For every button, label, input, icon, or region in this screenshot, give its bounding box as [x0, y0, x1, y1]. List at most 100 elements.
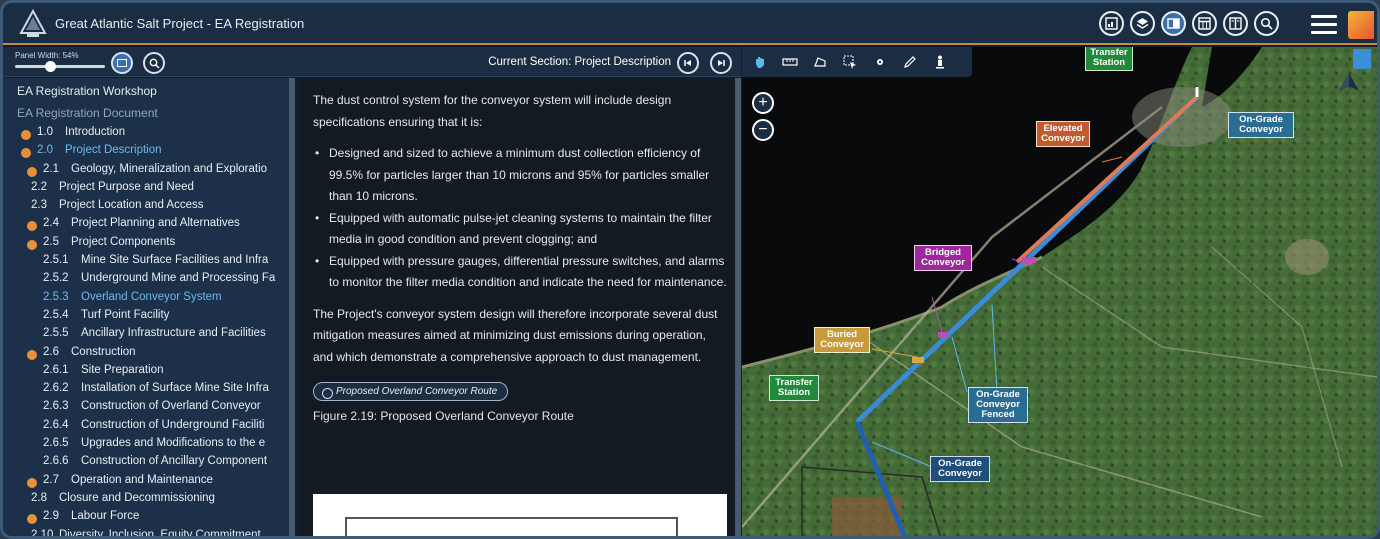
- toc-item-label: Labour Force: [71, 510, 140, 523]
- toc-item-number: 2.5.2: [43, 272, 69, 285]
- toc-item-label: Underground Mine and Processing Fa: [81, 272, 276, 285]
- toc-item-label: Operation and Maintenance: [71, 473, 213, 486]
- toc-item[interactable]: 2.5.4 Turf Point Facility: [3, 309, 289, 327]
- toc-item-label: Project Purpose and Need: [59, 180, 194, 193]
- toc-item[interactable]: 2.1 Geology, Mineralization and Explorati…: [3, 163, 289, 181]
- list-item: Designed and sized to achieve a minimum …: [315, 143, 728, 208]
- toc-item-number: 2.8: [31, 491, 47, 504]
- toc-item[interactable]: 2.10 Diversity, Inclusion, Equity Commitm…: [3, 529, 289, 536]
- toc-item[interactable]: 2.6.2 Installation of Surface Mine Site I…: [3, 382, 289, 400]
- search-icon[interactable]: [1254, 11, 1279, 36]
- area-icon[interactable]: [812, 54, 828, 70]
- toc-item-number: 2.6.3: [43, 400, 69, 413]
- zoom-in-button[interactable]: +: [752, 92, 774, 114]
- toc-item[interactable]: 1.0 Introduction: [3, 126, 289, 144]
- expand-bullet-icon[interactable]: [27, 166, 37, 177]
- settings-icon[interactable]: [872, 54, 888, 70]
- list-item: Equipped with pressure gauges, different…: [315, 251, 728, 294]
- select-icon[interactable]: [842, 54, 858, 70]
- map-label-ongrade-conveyor-bottom[interactable]: On-Grade Conveyor: [930, 456, 990, 482]
- toc-item[interactable]: 2.2 Project Purpose and Need: [3, 181, 289, 199]
- toc-item-number: 2.6: [43, 345, 59, 358]
- panel-icon: [117, 59, 127, 67]
- toc-item[interactable]: 2.4 Project Planning and Alternatives: [3, 217, 289, 235]
- toc-item[interactable]: 2.6.3 Construction of Overland Conveyor: [3, 400, 289, 418]
- previous-section-button[interactable]: [677, 52, 699, 74]
- toc-item-label: Installation of Surface Mine Site Infra: [81, 382, 269, 395]
- toc-item[interactable]: 2.0 Project Description: [3, 144, 289, 162]
- toc-item[interactable]: 2.6.4 Construction of Underground Facilit…: [3, 419, 289, 437]
- toggle-view-button[interactable]: [111, 52, 133, 74]
- toc-item-number: 2.6.6: [43, 455, 69, 468]
- paragraph: The Project's conveyor system design wil…: [313, 306, 718, 364]
- figure-image: [313, 494, 727, 536]
- document-search-button[interactable]: [143, 52, 165, 74]
- toc-item[interactable]: 2.8 Closure and Decommissioning: [3, 492, 289, 510]
- toc-item-label: Introduction: [65, 126, 126, 138]
- toc-item-label: Project Components: [71, 235, 176, 248]
- draw-icon[interactable]: [902, 54, 918, 70]
- toc-item[interactable]: 2.5.1 Mine Site Surface Facilities and In…: [3, 254, 289, 272]
- toc-item-label: Project Description: [65, 144, 162, 157]
- toc-item-number: 2.4: [43, 217, 59, 230]
- next-section-button[interactable]: [710, 52, 732, 74]
- figure-caption: Figure 2.19: Proposed Overland Conveyor …: [313, 409, 574, 423]
- toc-item-number: 2.2: [31, 180, 47, 193]
- list-item: Equipped with automatic pulse-jet cleani…: [315, 208, 728, 251]
- current-section-label: Current Section: Project Description: [488, 56, 671, 68]
- map-label-ongrade-conveyor-fenced[interactable]: On-Grade Conveyor Fenced: [968, 387, 1028, 423]
- toc-item-number: 2.6.2: [43, 382, 69, 395]
- map-link-button[interactable]: Proposed Overland Conveyor Route: [313, 382, 509, 401]
- toc-item-number: 2.0: [37, 144, 53, 157]
- map-view[interactable]: + − Transfer Station On-Grade Conveyor E…: [742, 47, 1377, 536]
- toc-item[interactable]: 2.5.3 Overland Conveyor System: [3, 291, 289, 309]
- pan-hand-icon[interactable]: [752, 54, 768, 70]
- toc-item[interactable]: 2.5.5 Ancillary Infrastructure and Facili…: [3, 327, 289, 345]
- toc-item-number: 2.5.1: [43, 254, 69, 267]
- map-label-transfer-station-top[interactable]: Transfer Station: [1085, 47, 1133, 71]
- toc-item[interactable]: 2.6 Construction: [3, 346, 289, 364]
- toc-item[interactable]: 2.7 Operation and Maintenance: [3, 474, 289, 492]
- expand-bullet-icon[interactable]: [27, 221, 37, 232]
- chart-icon[interactable]: [1099, 11, 1124, 36]
- toc-item[interactable]: 2.5.2 Underground Mine and Processing Fa: [3, 272, 289, 290]
- map-label-bridged-conveyor[interactable]: Bridged Conveyor: [914, 245, 972, 271]
- bullet-list: Designed and sized to achieve a minimum …: [313, 143, 728, 294]
- toc-heading[interactable]: EA Registration Workshop: [3, 82, 289, 104]
- toc-item[interactable]: 2.5 Project Components: [3, 236, 289, 254]
- expand-bullet-icon[interactable]: [27, 477, 37, 488]
- zoom-out-button[interactable]: −: [752, 119, 774, 141]
- toc-item[interactable]: 2.6.1 Site Preparation: [3, 364, 289, 382]
- layers-icon[interactable]: [1130, 11, 1155, 36]
- toc-item[interactable]: 2.6.6 Construction of Ancillary Component: [3, 455, 289, 473]
- expand-bullet-icon[interactable]: [21, 130, 31, 140]
- toc-item-label: Turf Point Facility: [81, 308, 170, 321]
- expand-bullet-icon[interactable]: [27, 239, 37, 250]
- toc-item[interactable]: 2.3 Project Location and Access: [3, 199, 289, 217]
- expand-bullet-icon[interactable]: [27, 349, 37, 360]
- figure-frame: [345, 517, 678, 536]
- person-icon[interactable]: [932, 54, 948, 70]
- map-label-ongrade-conveyor-top[interactable]: On-Grade Conveyor: [1228, 112, 1294, 138]
- map-label-elevated-conveyor[interactable]: Elevated Conveyor: [1036, 121, 1090, 147]
- toc-item[interactable]: 2.9 Labour Force: [3, 510, 289, 528]
- panel-divider[interactable]: [735, 78, 741, 536]
- toc-item-label: Upgrades and Modifications to the e: [81, 437, 266, 450]
- expand-bullet-icon[interactable]: [21, 148, 31, 159]
- map-label-buried-conveyor[interactable]: Buried Conveyor: [814, 327, 870, 353]
- measure-icon[interactable]: [782, 54, 798, 70]
- toc-item-label: Project Location and Access: [59, 199, 204, 212]
- panel-width-slider[interactable]: [15, 65, 105, 68]
- download-icon[interactable]: [1353, 49, 1371, 69]
- book-icon[interactable]: [1223, 11, 1248, 36]
- expand-bullet-icon[interactable]: [27, 514, 37, 525]
- toc-item-number: 2.3: [31, 199, 47, 212]
- document-icon[interactable]: [1161, 11, 1186, 36]
- toc-item[interactable]: 2.6.5 Upgrades and Modifications to the e: [3, 437, 289, 455]
- toc-subheading[interactable]: EA Registration Document: [3, 104, 289, 126]
- table-icon[interactable]: [1192, 11, 1217, 36]
- panel-width-slider-handle[interactable]: [45, 61, 56, 72]
- toc-item-label: Construction: [71, 345, 136, 358]
- menu-icon[interactable]: [1311, 15, 1337, 35]
- map-label-transfer-station-left[interactable]: Transfer Station: [769, 375, 819, 401]
